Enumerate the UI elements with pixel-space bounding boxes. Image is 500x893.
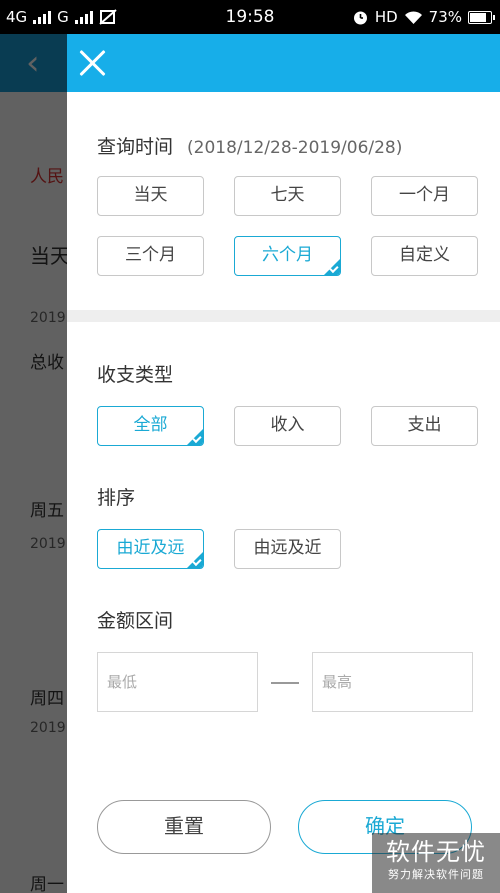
option-expense[interactable]: 支出 <box>371 406 478 446</box>
close-icon[interactable] <box>77 48 107 78</box>
status-bar: 4G G 19:58 HD 73% <box>0 0 500 34</box>
amount-min-input[interactable] <box>97 652 258 712</box>
query-time-range: (2018/12/28-2019/06/28) <box>187 138 403 158</box>
option-far-to-near[interactable]: 由远及近 <box>234 529 341 569</box>
section-divider <box>67 310 500 322</box>
option-one-month[interactable]: 一个月 <box>371 176 478 216</box>
watermark: 软件无忧 努力解决软件问题 <box>372 833 500 893</box>
screen: 4G G 19:58 HD 73% ‹ <box>0 0 500 893</box>
alarm-clock-icon <box>353 11 367 24</box>
watermark-subtitle: 努力解决软件问题 <box>388 868 484 881</box>
option-custom[interactable]: 自定义 <box>371 236 478 276</box>
type-section-title: 收支类型 <box>97 364 174 386</box>
reset-button[interactable]: 重置 <box>97 800 271 854</box>
option-near-to-far[interactable]: 由近及远 <box>97 529 204 569</box>
battery-icon <box>468 10 495 24</box>
option-six-months[interactable]: 六个月 <box>234 236 341 276</box>
option-three-months[interactable]: 三个月 <box>97 236 204 276</box>
sort-section-title: 排序 <box>97 487 136 509</box>
range-dash <box>271 682 299 684</box>
status-bar-right: HD 73% <box>352 8 495 26</box>
query-time-title: 查询时间 <box>97 136 174 158</box>
drawer-header <box>67 34 500 92</box>
amount-max-input[interactable] <box>312 652 473 712</box>
network-type-label: HD <box>374 8 398 26</box>
watermark-title: 软件无忧 <box>386 838 486 866</box>
option-all[interactable]: 全部 <box>97 406 204 446</box>
query-time-section-title: 查询时间 (2018/12/28-2019/06/28) <box>97 132 402 159</box>
option-income[interactable]: 收入 <box>234 406 341 446</box>
battery-percent: 73% <box>428 8 462 26</box>
option-today[interactable]: 当天 <box>97 176 204 216</box>
filter-drawer: 查询时间 (2018/12/28-2019/06/28) 当天 七天 一个月 三个… <box>67 34 500 893</box>
wifi-icon <box>404 10 422 24</box>
amount-section-title: 金额区间 <box>97 610 174 632</box>
option-seven-days[interactable]: 七天 <box>234 176 341 216</box>
